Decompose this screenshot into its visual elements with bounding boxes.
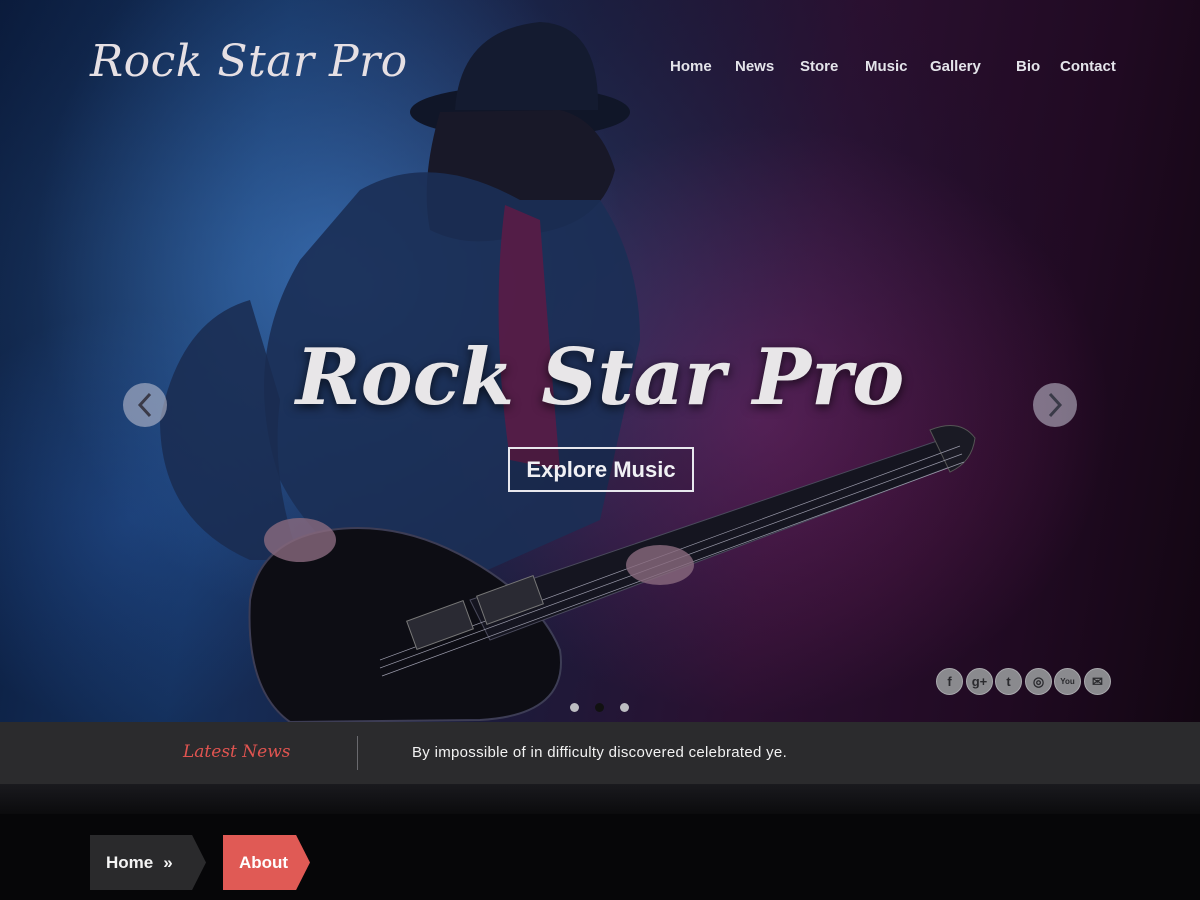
site-logo[interactable]: Rock Star Pro	[90, 36, 408, 87]
slider-prev-button[interactable]	[123, 383, 167, 427]
nav-item-contact[interactable]: Contact	[1060, 58, 1116, 75]
breadcrumb-home[interactable]: Home »	[90, 835, 206, 890]
explore-music-button[interactable]: Explore Music	[508, 447, 694, 492]
instagram-icon[interactable]: ◎	[1025, 668, 1052, 695]
ticker-divider	[357, 736, 358, 770]
breadcrumb-home-label: Home	[106, 852, 154, 872]
section-divider-strip	[0, 784, 1200, 814]
ticker-headline[interactable]: By impossible of in difficulty discovere…	[412, 744, 787, 761]
nav-item-store[interactable]: Store	[800, 58, 838, 75]
facebook-icon[interactable]: f	[936, 668, 963, 695]
youtube-icon[interactable]: You	[1054, 668, 1081, 695]
google-plus-icon[interactable]: g+	[966, 668, 993, 695]
twitter-icon[interactable]: t	[995, 668, 1022, 695]
chevron-left-icon	[137, 392, 152, 418]
mail-icon[interactable]: ✉	[1084, 668, 1111, 695]
hero-slider: Rock Star Pro Home News Store Music Gall…	[0, 0, 1200, 722]
ticker-label: Latest News	[183, 742, 291, 762]
news-ticker: Latest News By impossible of in difficul…	[0, 722, 1200, 784]
nav-item-gallery[interactable]: Gallery	[930, 58, 981, 75]
breadcrumb-current-label: About	[239, 852, 289, 872]
main-nav: Home News Store Music Gallery Bio Contac…	[640, 58, 1120, 80]
breadcrumb-separator-icon: »	[163, 852, 173, 872]
slider-next-button[interactable]	[1033, 383, 1077, 427]
nav-item-bio[interactable]: Bio	[1016, 58, 1040, 75]
slider-dot-2[interactable]	[595, 703, 604, 712]
slider-dot-3[interactable]	[620, 703, 629, 712]
chevron-right-icon	[1048, 392, 1063, 418]
social-links: f g+ t ◎ You ✉	[936, 668, 1112, 696]
breadcrumb-current: About	[223, 835, 310, 890]
nav-item-news[interactable]: News	[735, 58, 774, 75]
nav-item-home[interactable]: Home	[670, 58, 712, 75]
slider-dot-1[interactable]	[570, 703, 579, 712]
hero-title: Rock Star Pro	[295, 332, 905, 423]
slider-dots	[570, 703, 630, 713]
nav-item-music[interactable]: Music	[865, 58, 908, 75]
